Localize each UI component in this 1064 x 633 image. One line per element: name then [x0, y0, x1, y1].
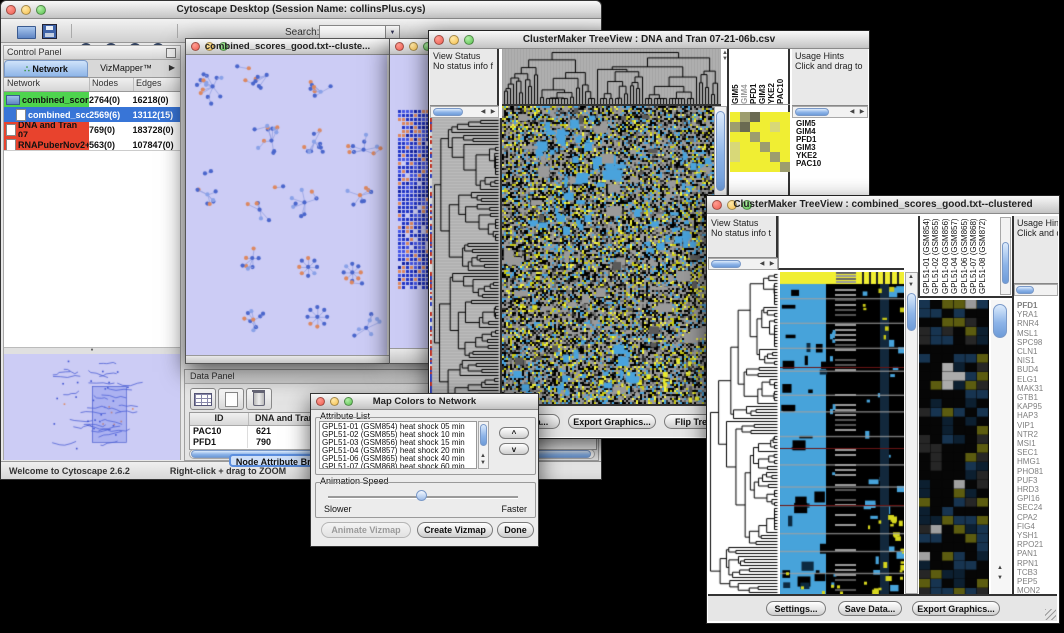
desktop: Cytoscape Desktop (Session Name: collins…: [0, 0, 1064, 633]
tv1-status-hscrollbar[interactable]: ◀▶: [430, 106, 499, 118]
map-colors-dialog: Map Colors to Network Attribute List GPL…: [310, 393, 539, 547]
tab-overflow-button[interactable]: ▶: [164, 60, 180, 77]
control-panel-title: Control Panel: [7, 47, 62, 57]
tv1-zoom-heatmap[interactable]: [730, 112, 791, 173]
faster-label: Faster: [501, 504, 527, 514]
create-vizmap-button[interactable]: Create Vizmap: [417, 522, 493, 538]
slower-label: Slower: [324, 504, 352, 514]
close-icon[interactable]: [395, 42, 404, 51]
tv2-zoom-heatmap[interactable]: [919, 300, 989, 594]
tv1-view-status: View Status No status info f: [430, 49, 499, 106]
network-window-title: combined_scores_good.txt--cluste...: [186, 41, 389, 52]
tv2-status-hscrollbar[interactable]: ◀▶: [708, 258, 778, 270]
open-file-button[interactable]: [17, 23, 36, 41]
dialog-title: Map Colors to Network: [311, 396, 538, 407]
folder-icon: [6, 95, 20, 105]
tv2-hints-hscrollbar[interactable]: [1014, 284, 1058, 296]
tv1-column-labels: GIM5GIM4PFD1GIM3YKE2PAC10: [731, 49, 790, 105]
save-button[interactable]: [42, 22, 57, 40]
tv2-array-dendrogram-area: [778, 216, 904, 270]
table-icon: [194, 393, 212, 406]
export-graphics-button[interactable]: Export Graphics...: [912, 601, 1000, 616]
dialog-titlebar[interactable]: Map Colors to Network: [311, 394, 538, 410]
export-graphics-button[interactable]: Export Graphics...: [568, 414, 656, 429]
tv1-global-heatmap[interactable]: [502, 106, 714, 404]
col-network[interactable]: Network: [4, 78, 90, 91]
network-window-footer: [186, 355, 389, 363]
network-view-window: combined_scores_good.txt--cluste...: [185, 38, 390, 364]
network-row-combined-scores[interactable]: combined_scores 2764(0) 16218(0): [4, 92, 180, 107]
treeview2-window: ClusterMaker TreeView : combined_scores_…: [706, 195, 1060, 624]
network-row-dna-tran[interactable]: DNA and Tran 07 769(0) 183728(0): [4, 122, 180, 137]
tv2-gene-labels: PFD1YRA1RNR4MSL1SPC98CLN1NIS1BUD4ELG1MAK…: [1014, 300, 1058, 594]
main-window-title: Cytoscape Desktop (Session Name: collins…: [1, 4, 601, 15]
tv1-usage-hints: Usage Hints Click and drag to: [792, 49, 868, 106]
tv2-array-labels-panel: GPL51-01 (GSM854)GPL51-02 (GSM855)GPL51-…: [918, 216, 1013, 298]
open-folder-icon: [17, 26, 36, 39]
tv2-gene-dendrogram[interactable]: [708, 272, 779, 594]
main-titlebar[interactable]: Cytoscape Desktop (Session Name: collins…: [1, 1, 601, 19]
move-down-button[interactable]: v: [499, 443, 529, 455]
tv1-array-dendrogram[interactable]: [502, 49, 721, 106]
tv1-hints-hscrollbar[interactable]: ◀▶: [792, 106, 868, 118]
treeview2-title: ClusterMaker TreeView : combined_scores_…: [707, 199, 1059, 210]
data-panel-title: Data Panel: [190, 371, 235, 381]
tv2-zoom-vscrollbar[interactable]: ▲▼: [991, 300, 1011, 594]
document-icon: [6, 139, 16, 151]
done-button[interactable]: Done: [497, 522, 534, 538]
attribute-list[interactable]: GPL51-01 (GSM854) heat shock 05 minGPL51…: [319, 421, 477, 469]
tab-vizmapper[interactable]: VizMapper™: [88, 60, 164, 77]
delete-attribute-button[interactable]: [246, 388, 272, 410]
attribute-select-button[interactable]: [190, 388, 216, 410]
tv2-array-labels-scrollbar[interactable]: [1000, 217, 1011, 295]
tv2-array-labels: GPL51-01 (GSM854)GPL51-02 (GSM855)GPL51-…: [922, 216, 988, 294]
tv2-button-bar: Settings... Save Data... Export Graphics…: [708, 594, 1057, 621]
data-col-id[interactable]: ID: [190, 413, 249, 425]
col-edges[interactable]: Edges: [134, 78, 180, 91]
tv2-view-status: View Status No status info t: [708, 216, 778, 258]
slider-thumb[interactable]: [416, 490, 427, 501]
tv1-gene-dendrogram[interactable]: [430, 118, 502, 404]
treeview1-title: ClusterMaker TreeView : DNA and Tran 07-…: [429, 34, 869, 45]
treeview1-titlebar[interactable]: ClusterMaker TreeView : DNA and Tran 07-…: [429, 31, 869, 49]
tab-network[interactable]: ∴ Network: [4, 60, 88, 77]
minimize-icon[interactable]: [409, 42, 418, 51]
tv2-usage-hints: Usage Hints Click and drag to: [1014, 216, 1058, 284]
settings-button[interactable]: Settings...: [766, 601, 826, 616]
search-label: Search:: [285, 27, 319, 38]
document-icon: [6, 124, 16, 136]
tv2-global-heatmap[interactable]: [780, 272, 904, 594]
network-window-titlebar[interactable]: combined_scores_good.txt--cluste...: [186, 39, 389, 55]
tv2-heat-vscrollbar[interactable]: ▲▼: [905, 272, 918, 594]
network-tab-icon: ∴: [24, 64, 30, 74]
status-welcome: Welcome to Cytoscape 2.6.2: [9, 466, 130, 476]
control-panel: Control Panel ∴ Network VizMapper™ ▶ Net…: [3, 45, 181, 460]
network-row-selected[interactable]: combined_sco 2569(6) 13112(15): [4, 107, 180, 122]
attribute-list-scrollbar[interactable]: ▲▼: [478, 421, 489, 469]
save-disk-icon: [42, 24, 57, 39]
blank-page-icon: [225, 392, 238, 407]
animation-speed-group: Slower Faster: [315, 482, 536, 518]
float-panel-icon[interactable]: [166, 48, 176, 58]
animate-vizmap-button[interactable]: Animate Vizmap: [321, 522, 411, 538]
network-overview-canvas[interactable]: [4, 354, 180, 460]
save-data-button[interactable]: Save Data...: [838, 601, 902, 616]
treeview2-titlebar[interactable]: ClusterMaker TreeView : combined_scores_…: [707, 196, 1059, 214]
network-list-whitespace: [4, 150, 180, 348]
col-nodes[interactable]: Nodes: [90, 78, 134, 91]
resize-grip[interactable]: [1045, 609, 1056, 620]
move-up-button[interactable]: ^: [499, 427, 529, 439]
document-icon: [16, 109, 26, 121]
trash-icon: [253, 392, 265, 406]
network-canvas[interactable]: [186, 55, 387, 355]
status-hint-zoom: Right-click + drag to ZOOM: [170, 466, 286, 476]
new-attribute-button[interactable]: [218, 388, 244, 410]
